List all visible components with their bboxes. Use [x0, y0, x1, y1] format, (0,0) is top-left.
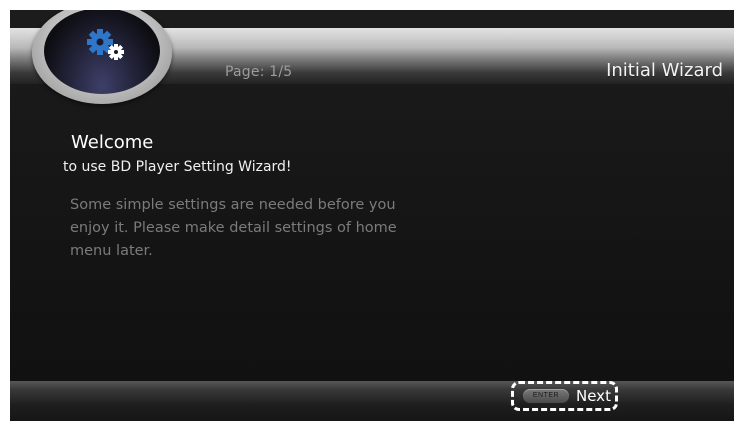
wizard-description: Some simple settings are needed before y… [70, 197, 397, 259]
welcome-heading: Welcome [71, 132, 154, 153]
footer-bar [10, 381, 734, 421]
logo-badge-inner [44, 10, 160, 94]
enter-key-icon: ENTER [523, 389, 569, 403]
settings-gears-icon [87, 29, 124, 60]
wizard-subtitle: to use BD Player Setting Wizard! [63, 159, 292, 175]
page-indicator: Page: 1/5 [225, 64, 293, 80]
page-title: Initial Wizard [606, 60, 723, 81]
next-button[interactable]: ENTER Next [511, 381, 618, 411]
logo-badge [32, 10, 172, 104]
next-label: Next [576, 387, 611, 405]
